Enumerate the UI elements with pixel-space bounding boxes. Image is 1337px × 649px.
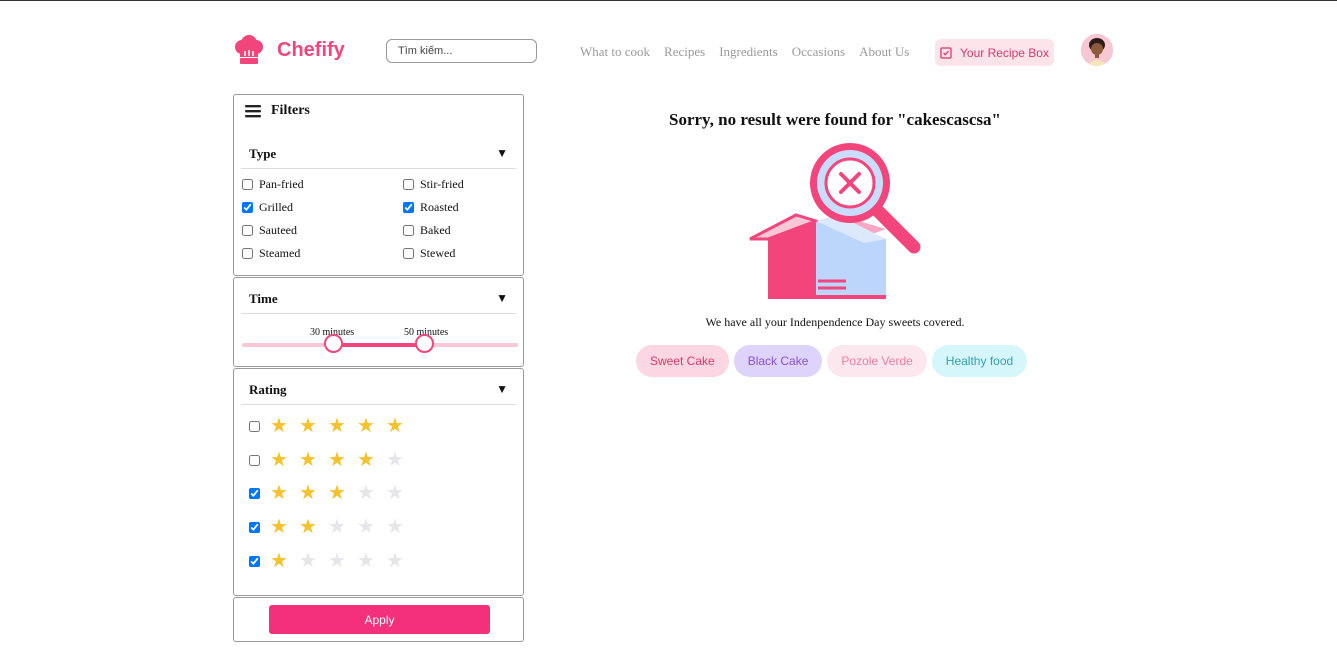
type-section-header[interactable]: Type ▼ — [241, 139, 516, 169]
star-empty-icon: ★ — [299, 550, 317, 572]
rating-row-5[interactable]: ★ ★ ★ ★ ★ — [249, 416, 415, 436]
type-checkbox[interactable] — [242, 202, 253, 213]
rating-row-2[interactable]: ★ ★ ★ ★ ★ — [249, 517, 415, 537]
time-heading: Time — [249, 290, 278, 306]
caret-down-icon: ▼ — [496, 382, 508, 396]
time-range-slider[interactable]: 30 minutes 50 minutes — [242, 327, 518, 369]
rating-checkbox[interactable] — [249, 555, 260, 567]
avatar-image — [1081, 34, 1113, 66]
type-checkbox[interactable] — [242, 179, 253, 190]
apply-button[interactable]: Apply — [269, 605, 490, 634]
star-empty-icon: ★ — [386, 550, 404, 572]
slider-range — [333, 343, 425, 347]
type-checkbox[interactable] — [242, 225, 253, 236]
recipe-box-button[interactable]: Your Recipe Box — [935, 39, 1054, 66]
chef-hat-icon — [235, 35, 263, 64]
rating-row-4[interactable]: ★ ★ ★ ★ ★ — [249, 450, 415, 470]
rating-checkbox[interactable] — [249, 420, 260, 432]
nav-ingredients[interactable]: Ingredients — [719, 44, 777, 60]
filters-title: Filters — [271, 103, 310, 118]
no-results-message: We have all your Indenpendence Day sweet… — [705, 315, 965, 329]
type-checkbox[interactable] — [242, 248, 253, 259]
suggestion-tags: Sweet Cake Black Cake Pozole Verde Healt… — [636, 345, 1028, 377]
nav-what-to-cook[interactable]: What to cook — [580, 44, 650, 60]
star-empty-icon: ★ — [386, 516, 404, 538]
star-empty-icon: ★ — [357, 516, 375, 538]
filter-type-panel: Filters Type ▼ Pan-fried Stir-fried Gril… — [233, 94, 524, 276]
type-option-sauteed[interactable]: Sauteed — [242, 223, 403, 238]
type-checkbox[interactable] — [403, 248, 414, 259]
type-option-stir-fried[interactable]: Stir-fried — [403, 177, 517, 192]
slider-max-handle[interactable] — [415, 334, 434, 353]
star-empty-icon: ★ — [328, 550, 346, 572]
tag-sweet-cake[interactable]: Sweet Cake — [636, 345, 729, 377]
star-empty-icon: ★ — [328, 516, 346, 538]
type-checkbox[interactable] — [403, 179, 414, 190]
nav-about-us[interactable]: About Us — [859, 44, 909, 60]
logo[interactable]: Chefify — [233, 34, 345, 66]
star-icon: ★ — [299, 516, 317, 538]
nav-occasions[interactable]: Occasions — [792, 44, 845, 60]
type-heading: Type — [249, 145, 277, 161]
rating-row-1[interactable]: ★ ★ ★ ★ ★ — [249, 551, 415, 571]
type-checkbox[interactable] — [403, 225, 414, 236]
type-option-pan-fried[interactable]: Pan-fried — [242, 177, 403, 192]
no-results-title: Sorry, no result were found for "cakesca… — [669, 110, 1001, 129]
star-empty-icon: ★ — [357, 482, 375, 504]
recipe-box-icon — [940, 46, 952, 59]
time-section-header[interactable]: Time ▼ — [241, 284, 516, 314]
search-input[interactable] — [386, 39, 537, 63]
apply-panel: Apply — [233, 597, 524, 642]
star-icon: ★ — [357, 415, 375, 437]
slider-min-handle[interactable] — [324, 334, 343, 353]
star-icon: ★ — [299, 449, 317, 471]
rating-row-3[interactable]: ★ ★ ★ ★ ★ — [249, 483, 415, 503]
empty-box-search-icon — [749, 143, 921, 299]
type-option-stewed[interactable]: Stewed — [403, 246, 517, 261]
type-option-steamed[interactable]: Steamed — [242, 246, 403, 261]
rating-checkbox[interactable] — [249, 487, 260, 499]
star-icon: ★ — [299, 415, 317, 437]
star-icon: ★ — [386, 415, 404, 437]
star-icon: ★ — [328, 449, 346, 471]
star-icon: ★ — [270, 449, 288, 471]
star-icon: ★ — [357, 449, 375, 471]
star-icon: ★ — [270, 482, 288, 504]
filter-rating-panel: Rating ▼ ★ ★ ★ ★ ★ ★ ★ ★ ★ ★ ★ ★ ★ ★ ★ ★ ★ ★ ★ ★ ★ ★ ★ ★ ★ — [233, 368, 524, 596]
main-nav: What to cook Recipes Ingredients Occasio… — [580, 44, 909, 60]
star-icon: ★ — [299, 482, 317, 504]
filters-header: Filters — [245, 103, 310, 119]
rating-checkbox[interactable] — [249, 454, 260, 466]
app-name: Chefify — [277, 38, 345, 61]
tag-black-cake[interactable]: Black Cake — [733, 345, 823, 377]
menu-icon[interactable] — [245, 104, 261, 118]
tag-pozole-verde[interactable]: Pozole Verde — [827, 345, 927, 377]
star-icon: ★ — [270, 550, 288, 572]
avatar[interactable] — [1081, 34, 1113, 66]
nav-recipes[interactable]: Recipes — [664, 44, 705, 60]
star-icon: ★ — [270, 415, 288, 437]
type-checkbox[interactable] — [403, 202, 414, 213]
type-option-roasted[interactable]: Roasted — [403, 200, 517, 215]
empty-box-search-illustration — [748, 141, 926, 306]
star-icon: ★ — [328, 482, 346, 504]
recipe-box-label: Your Recipe Box — [960, 45, 1049, 60]
star-empty-icon: ★ — [386, 449, 404, 471]
type-option-baked[interactable]: Baked — [403, 223, 517, 238]
star-icon: ★ — [270, 516, 288, 538]
rating-section-header[interactable]: Rating ▼ — [241, 375, 516, 405]
star-icon: ★ — [328, 415, 346, 437]
type-option-grilled[interactable]: Grilled — [242, 200, 403, 215]
rating-heading: Rating — [249, 381, 287, 397]
tag-healthy-food[interactable]: Healthy food — [931, 345, 1028, 377]
filter-time-panel: Time ▼ 30 minutes 50 minutes — [233, 277, 524, 367]
caret-down-icon: ▼ — [496, 291, 508, 305]
caret-down-icon: ▼ — [496, 146, 508, 160]
star-empty-icon: ★ — [386, 482, 404, 504]
type-options: Pan-fried Stir-fried Grilled Roasted Sau… — [242, 177, 517, 261]
star-empty-icon: ★ — [357, 550, 375, 572]
rating-checkbox[interactable] — [249, 521, 260, 533]
